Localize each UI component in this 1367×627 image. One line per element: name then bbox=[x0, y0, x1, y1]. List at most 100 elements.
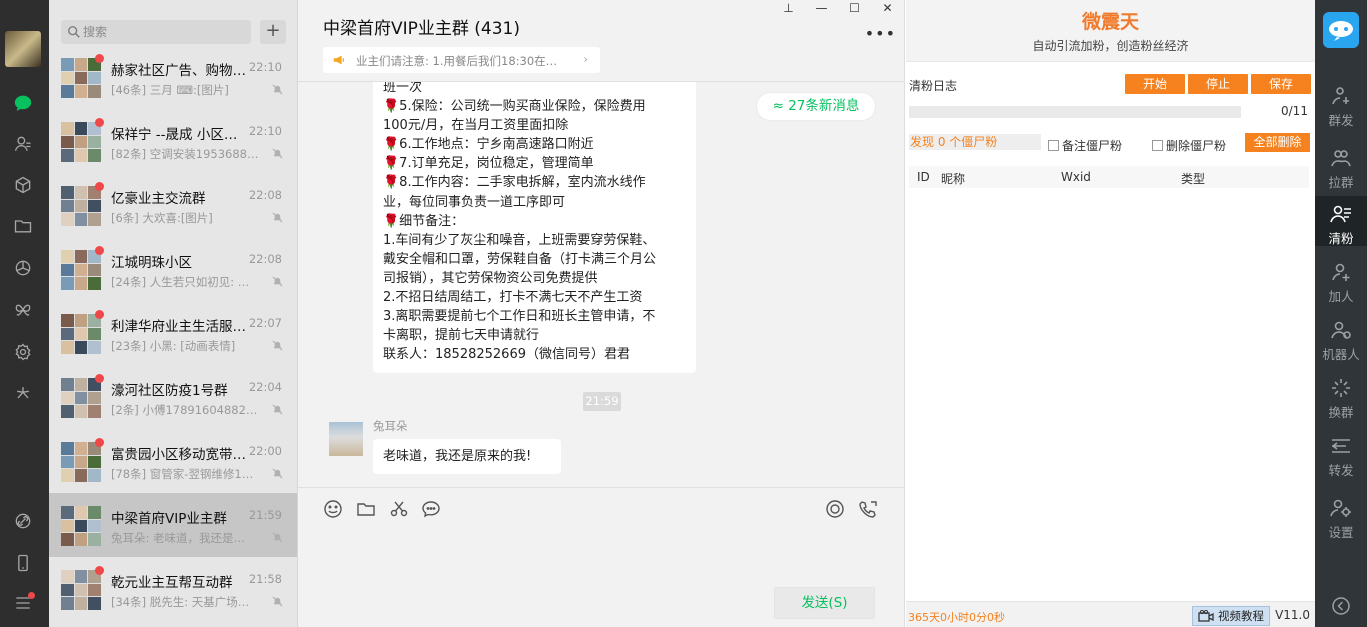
contacts-icon[interactable] bbox=[12, 133, 34, 155]
gear-icon[interactable] bbox=[12, 341, 34, 363]
butterfly-icon[interactable] bbox=[12, 299, 34, 321]
live-icon[interactable] bbox=[825, 499, 845, 519]
mute-bell-icon bbox=[272, 340, 283, 351]
table-header: ID 昵称 Wxid 类型 bbox=[909, 166, 1309, 188]
avatar-tile bbox=[74, 533, 88, 546]
chat-name: 中梁首府VIP业主群 bbox=[111, 511, 227, 527]
chat-list-item[interactable]: 赫家社区广告、购物… 22:10 [46条] 三月 ⌨:[图片] bbox=[49, 45, 297, 109]
new-messages-button[interactable]: ≈ 27条新消息 bbox=[757, 93, 875, 120]
moments-icon[interactable] bbox=[12, 257, 34, 279]
toolbar-item[interactable]: 群发 bbox=[1315, 78, 1367, 128]
toolbar-label: 机器人 bbox=[1322, 347, 1360, 362]
toolbar-item[interactable]: 加人 bbox=[1315, 254, 1367, 304]
avatar-tile bbox=[74, 341, 88, 354]
delete-zombie-checkbox[interactable]: 删除僵尸粉 bbox=[1152, 137, 1226, 154]
checkbox-box[interactable] bbox=[1048, 140, 1059, 151]
message-line: 业，每位同事负责一道工序即可 bbox=[383, 194, 566, 210]
avatar-tile bbox=[88, 597, 101, 610]
chat-icon[interactable] bbox=[12, 92, 34, 114]
search-box[interactable] bbox=[61, 20, 251, 44]
group-avatar bbox=[61, 442, 101, 482]
folder-icon[interactable] bbox=[12, 215, 34, 237]
avatar-tile bbox=[74, 250, 88, 263]
minimize-button[interactable]: — bbox=[805, 0, 838, 16]
message-card: 班一次 🌹5.保险：公司统一购买商业保险，保险费用 100元/月，在当月工资里面扣除… bbox=[373, 82, 696, 373]
chat-list-item[interactable]: 濠河社区防疫1号群 22:04 [2条] 小傅17891604882… bbox=[49, 365, 297, 429]
chat-time: 22:10 bbox=[248, 124, 282, 138]
avatar-tile bbox=[61, 277, 74, 290]
avatar-tile bbox=[61, 122, 74, 135]
video-call-icon[interactable] bbox=[858, 499, 878, 519]
chat-list-item[interactable]: 利津华府业主生活服… 22:07 [23条] 小黑: [动画表情] bbox=[49, 301, 297, 365]
spark-icon[interactable] bbox=[12, 382, 34, 404]
toolbar-item[interactable]: 转发 bbox=[1315, 428, 1367, 478]
avatar-tile bbox=[88, 277, 101, 290]
avatar-tile bbox=[88, 263, 101, 277]
search-input[interactable] bbox=[83, 23, 243, 41]
link-icon[interactable] bbox=[12, 510, 34, 532]
progress-count: 0/11 bbox=[1281, 104, 1308, 118]
avatar-tile bbox=[74, 469, 88, 482]
save-button[interactable]: 保存 bbox=[1251, 74, 1311, 94]
add-chat-button[interactable]: + bbox=[260, 20, 286, 44]
message-line: 🌹7.订单充足，岗位稳定，管理简单 bbox=[383, 156, 594, 172]
chat-list-item[interactable]: 保祥宁 --晟成 小区… 22:10 [82条] 空调安装1953688… bbox=[49, 109, 297, 173]
group-notice[interactable]: 业主们请注意: 1.用餐后我们18:30在… › bbox=[323, 47, 600, 73]
phone-icon[interactable] bbox=[12, 552, 34, 574]
avatar-tile bbox=[61, 327, 74, 341]
scissors-icon[interactable] bbox=[389, 499, 409, 519]
toolbar-item[interactable]: 拉群 bbox=[1315, 140, 1367, 190]
chat-time: 22:04 bbox=[248, 380, 282, 394]
collapse-icon[interactable] bbox=[1331, 596, 1351, 616]
input-divider bbox=[298, 487, 905, 488]
close-button[interactable]: ✕ bbox=[871, 0, 904, 16]
message-line: 司报销），其它劳保物资公司免费提供 bbox=[383, 270, 598, 286]
toolbar-item[interactable]: 换群 bbox=[1315, 370, 1367, 420]
pin-button[interactable]: ⊥ bbox=[772, 0, 805, 16]
more-options-button[interactable]: ••• bbox=[865, 24, 896, 43]
video-tutorial-button[interactable]: 视频教程 bbox=[1192, 606, 1270, 626]
start-button[interactable]: 开始 bbox=[1125, 74, 1185, 94]
sender-avatar[interactable] bbox=[329, 422, 363, 456]
avatar-tile bbox=[88, 71, 101, 85]
chat-list-item[interactable]: 乾元业主互帮互动群 21:58 [34条] 脱先生: 天基广场… bbox=[49, 557, 297, 621]
folder-icon[interactable] bbox=[356, 499, 376, 519]
chat-time: 22:08 bbox=[248, 252, 282, 266]
avatar-tile bbox=[74, 597, 88, 610]
chat-list-item[interactable]: 亿豪业主交流群 22:08 [6条] 大欢喜:[图片] bbox=[49, 173, 297, 237]
log-label: 清粉日志 bbox=[909, 79, 958, 93]
avatar-tile bbox=[74, 135, 88, 149]
avatar-tile bbox=[88, 391, 101, 405]
stop-button[interactable]: 停止 bbox=[1188, 74, 1248, 94]
toolbar-item[interactable]: 设置 bbox=[1315, 490, 1367, 540]
chat-bubble-icon[interactable] bbox=[421, 499, 441, 519]
mute-bell-icon bbox=[272, 148, 283, 159]
group-avatar bbox=[61, 250, 101, 290]
chat-list-item[interactable]: 富贵园小区移动宽带… 22:00 [78条] 窗管家-翌钢维修1… bbox=[49, 429, 297, 493]
unread-dot bbox=[95, 118, 104, 127]
delete-all-button[interactable]: 全部删除 bbox=[1245, 133, 1310, 152]
avatar-tile bbox=[74, 85, 88, 98]
toolbar-icon bbox=[1330, 499, 1351, 517]
send-button[interactable]: 发送(S) bbox=[774, 587, 875, 619]
avatar-tile bbox=[61, 186, 74, 199]
user-avatar[interactable] bbox=[5, 31, 41, 67]
toolbar-item[interactable]: 清粉 bbox=[1315, 196, 1367, 246]
avatar-tile bbox=[61, 533, 74, 546]
chat-time: 21:58 bbox=[248, 572, 282, 586]
chat-window: ⊥ — ☐ ✕ 中梁首府VIP业主群 (431) ••• 业主们请注意: 1.用… bbox=[298, 0, 905, 627]
chat-list-item[interactable]: 中梁首府VIP业主群 21:59 兔耳朵: 老味道，我还是… bbox=[49, 493, 297, 557]
checkbox-box[interactable] bbox=[1152, 140, 1163, 151]
remark-zombie-checkbox[interactable]: 备注僵尸粉 bbox=[1048, 137, 1122, 154]
avatar-tile bbox=[61, 250, 74, 263]
emoji-icon[interactable] bbox=[323, 499, 343, 519]
avatar-tile bbox=[74, 314, 88, 327]
toolbar-item[interactable]: 机器人 bbox=[1315, 312, 1367, 362]
chat-time: 22:00 bbox=[248, 444, 282, 458]
toolbar-icon bbox=[1331, 439, 1350, 453]
toolbar-label: 转发 bbox=[1328, 463, 1354, 478]
avatar-tile bbox=[74, 58, 88, 71]
maximize-button[interactable]: ☐ bbox=[838, 0, 871, 16]
chat-list-item[interactable]: 江城明珠小区 22:08 [24条] 人生若只如初见: … bbox=[49, 237, 297, 301]
box-icon[interactable] bbox=[12, 174, 34, 196]
